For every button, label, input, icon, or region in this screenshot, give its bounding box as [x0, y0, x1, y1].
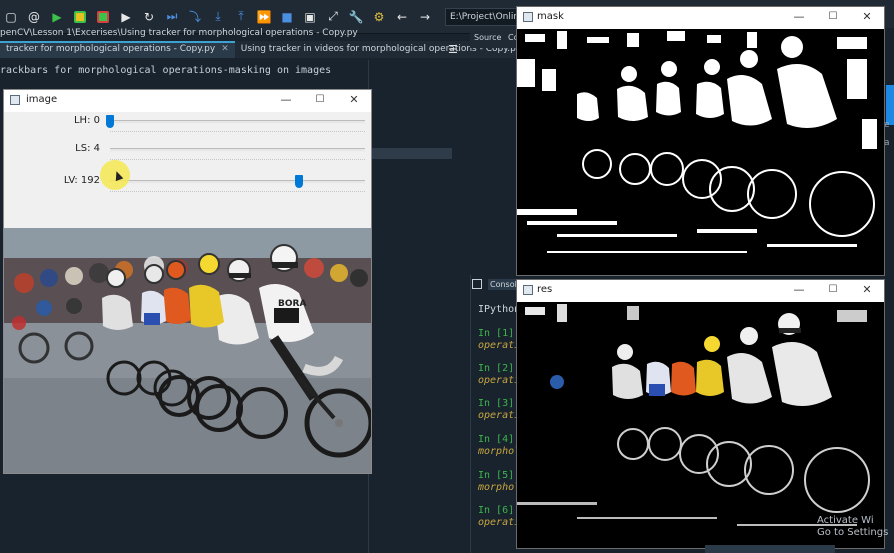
forward-icon[interactable]: →: [416, 8, 434, 26]
close-button[interactable]: ✕: [860, 283, 874, 297]
maximize-button[interactable]: ☐: [313, 93, 327, 107]
back-icon[interactable]: ←: [393, 8, 411, 26]
trackbar-panel: LH: 0 LS: 4 LV: 192: [4, 112, 371, 228]
maximize-pane-icon[interactable]: ▣: [301, 8, 319, 26]
fullscreen-icon[interactable]: ⤢: [324, 8, 342, 26]
image-window-titlebar[interactable]: image — ☐ ✕: [4, 90, 371, 112]
mask-window-titlebar[interactable]: mask — ☐ ✕: [517, 7, 884, 29]
console-prompt: In [2]:: [478, 363, 521, 374]
window-app-icon: [523, 285, 533, 295]
window-app-icon: [523, 12, 533, 22]
tab-morph-copy[interactable]: tracker for morphological operations - C…: [0, 41, 235, 58]
trackbar-ticks: [110, 131, 365, 133]
trackbar-ls[interactable]: [110, 148, 365, 152]
close-button[interactable]: ✕: [347, 93, 361, 107]
run-icon[interactable]: ▶: [48, 8, 66, 26]
tab-label: tracker for morphological operations - C…: [6, 44, 216, 54]
window-app-icon: [10, 95, 20, 105]
trackbar-lv[interactable]: [110, 180, 365, 184]
trackbar-label-lv: LV: 192: [63, 175, 100, 186]
res-window-titlebar[interactable]: res — ☐ ✕: [517, 280, 884, 302]
minimize-button[interactable]: —: [279, 93, 293, 107]
close-button[interactable]: ✕: [860, 10, 874, 24]
jersey-logo: BORA: [278, 299, 306, 309]
trackbar-lh[interactable]: [110, 120, 365, 124]
console-prompt: In [5]:: [478, 470, 521, 481]
result-image: [517, 302, 884, 548]
maximize-button[interactable]: ☐: [826, 10, 840, 24]
rerun-icon[interactable]: ↻: [140, 8, 158, 26]
run-selection-icon[interactable]: ▶: [117, 8, 135, 26]
new-file-icon[interactable]: ▢: [2, 8, 20, 26]
preferences-icon[interactable]: 🔧: [347, 8, 365, 26]
step-return-icon[interactable]: ⤒: [232, 8, 250, 26]
trackbar-ticks: [110, 159, 365, 161]
console-prompt: In [1]:: [478, 328, 521, 339]
cyclists-illustration: BORA: [4, 228, 371, 473]
right-edge-highlight: [886, 85, 894, 125]
current-line-highlight: [372, 148, 452, 159]
continue-icon[interactable]: ⏩: [255, 8, 273, 26]
step-into-icon[interactable]: ⤓: [209, 8, 227, 26]
cycling-photo: BORA: [4, 228, 371, 473]
code-comment-line: rackbars for morphological operations-ma…: [0, 65, 332, 76]
trackbar-label-ls: LS: 4: [75, 143, 100, 154]
res-window[interactable]: res — ☐ ✕: [516, 279, 885, 549]
trackbar-thumb-lv[interactable]: [295, 175, 303, 188]
source-label[interactable]: Source: [474, 33, 501, 42]
run-cell-advance-icon[interactable]: [94, 8, 112, 26]
close-icon[interactable]: ✕: [221, 44, 229, 54]
windows-activation-watermark: Activate Wi Go to Settings: [817, 515, 888, 539]
debug-icon[interactable]: ⏭: [163, 8, 181, 26]
console-prompt: In [3]:: [478, 398, 521, 409]
watermark-line-1: Activate Wi: [817, 515, 874, 526]
trackbar-thumb-lh[interactable]: [106, 115, 114, 128]
console-prompt: In [6]:: [478, 505, 521, 516]
ipython-banner: IPython: [478, 304, 521, 315]
trackbar-ticks: [110, 191, 365, 193]
trackbar-label-lh: LH: 0: [73, 115, 100, 126]
file-path: penCV\Lesson 1\Excerises\Using tracker f…: [0, 28, 358, 38]
minimize-button[interactable]: —: [792, 10, 806, 24]
image-window[interactable]: image — ☐ ✕ LH: 0 LS: 4 LV: 192 BORA: [3, 89, 372, 474]
res-window-title: res: [537, 284, 553, 295]
step-icon[interactable]: ⤵: [186, 8, 204, 26]
stop-icon[interactable]: ■: [278, 8, 296, 26]
hamburger-menu-icon[interactable]: ☰: [448, 43, 462, 56]
watermark-line-2: Go to Settings: [817, 527, 889, 538]
python-icon[interactable]: ⚙: [370, 8, 388, 26]
maximize-button[interactable]: ☐: [826, 283, 840, 297]
console-prompt: In [4]:: [478, 434, 521, 445]
mask-image: [517, 29, 884, 275]
minimize-button[interactable]: —: [792, 283, 806, 297]
at-sign-icon[interactable]: @: [25, 8, 43, 26]
image-window-title: image: [26, 94, 58, 105]
mask-window-title: mask: [537, 11, 564, 22]
editor-tabbar: tracker for morphological operations - C…: [0, 41, 541, 58]
bottom-pane-tabs: [705, 545, 835, 553]
run-cell-icon[interactable]: [71, 8, 89, 26]
mask-window[interactable]: mask — ☐ ✕: [516, 6, 885, 276]
console-icon: [472, 279, 482, 289]
